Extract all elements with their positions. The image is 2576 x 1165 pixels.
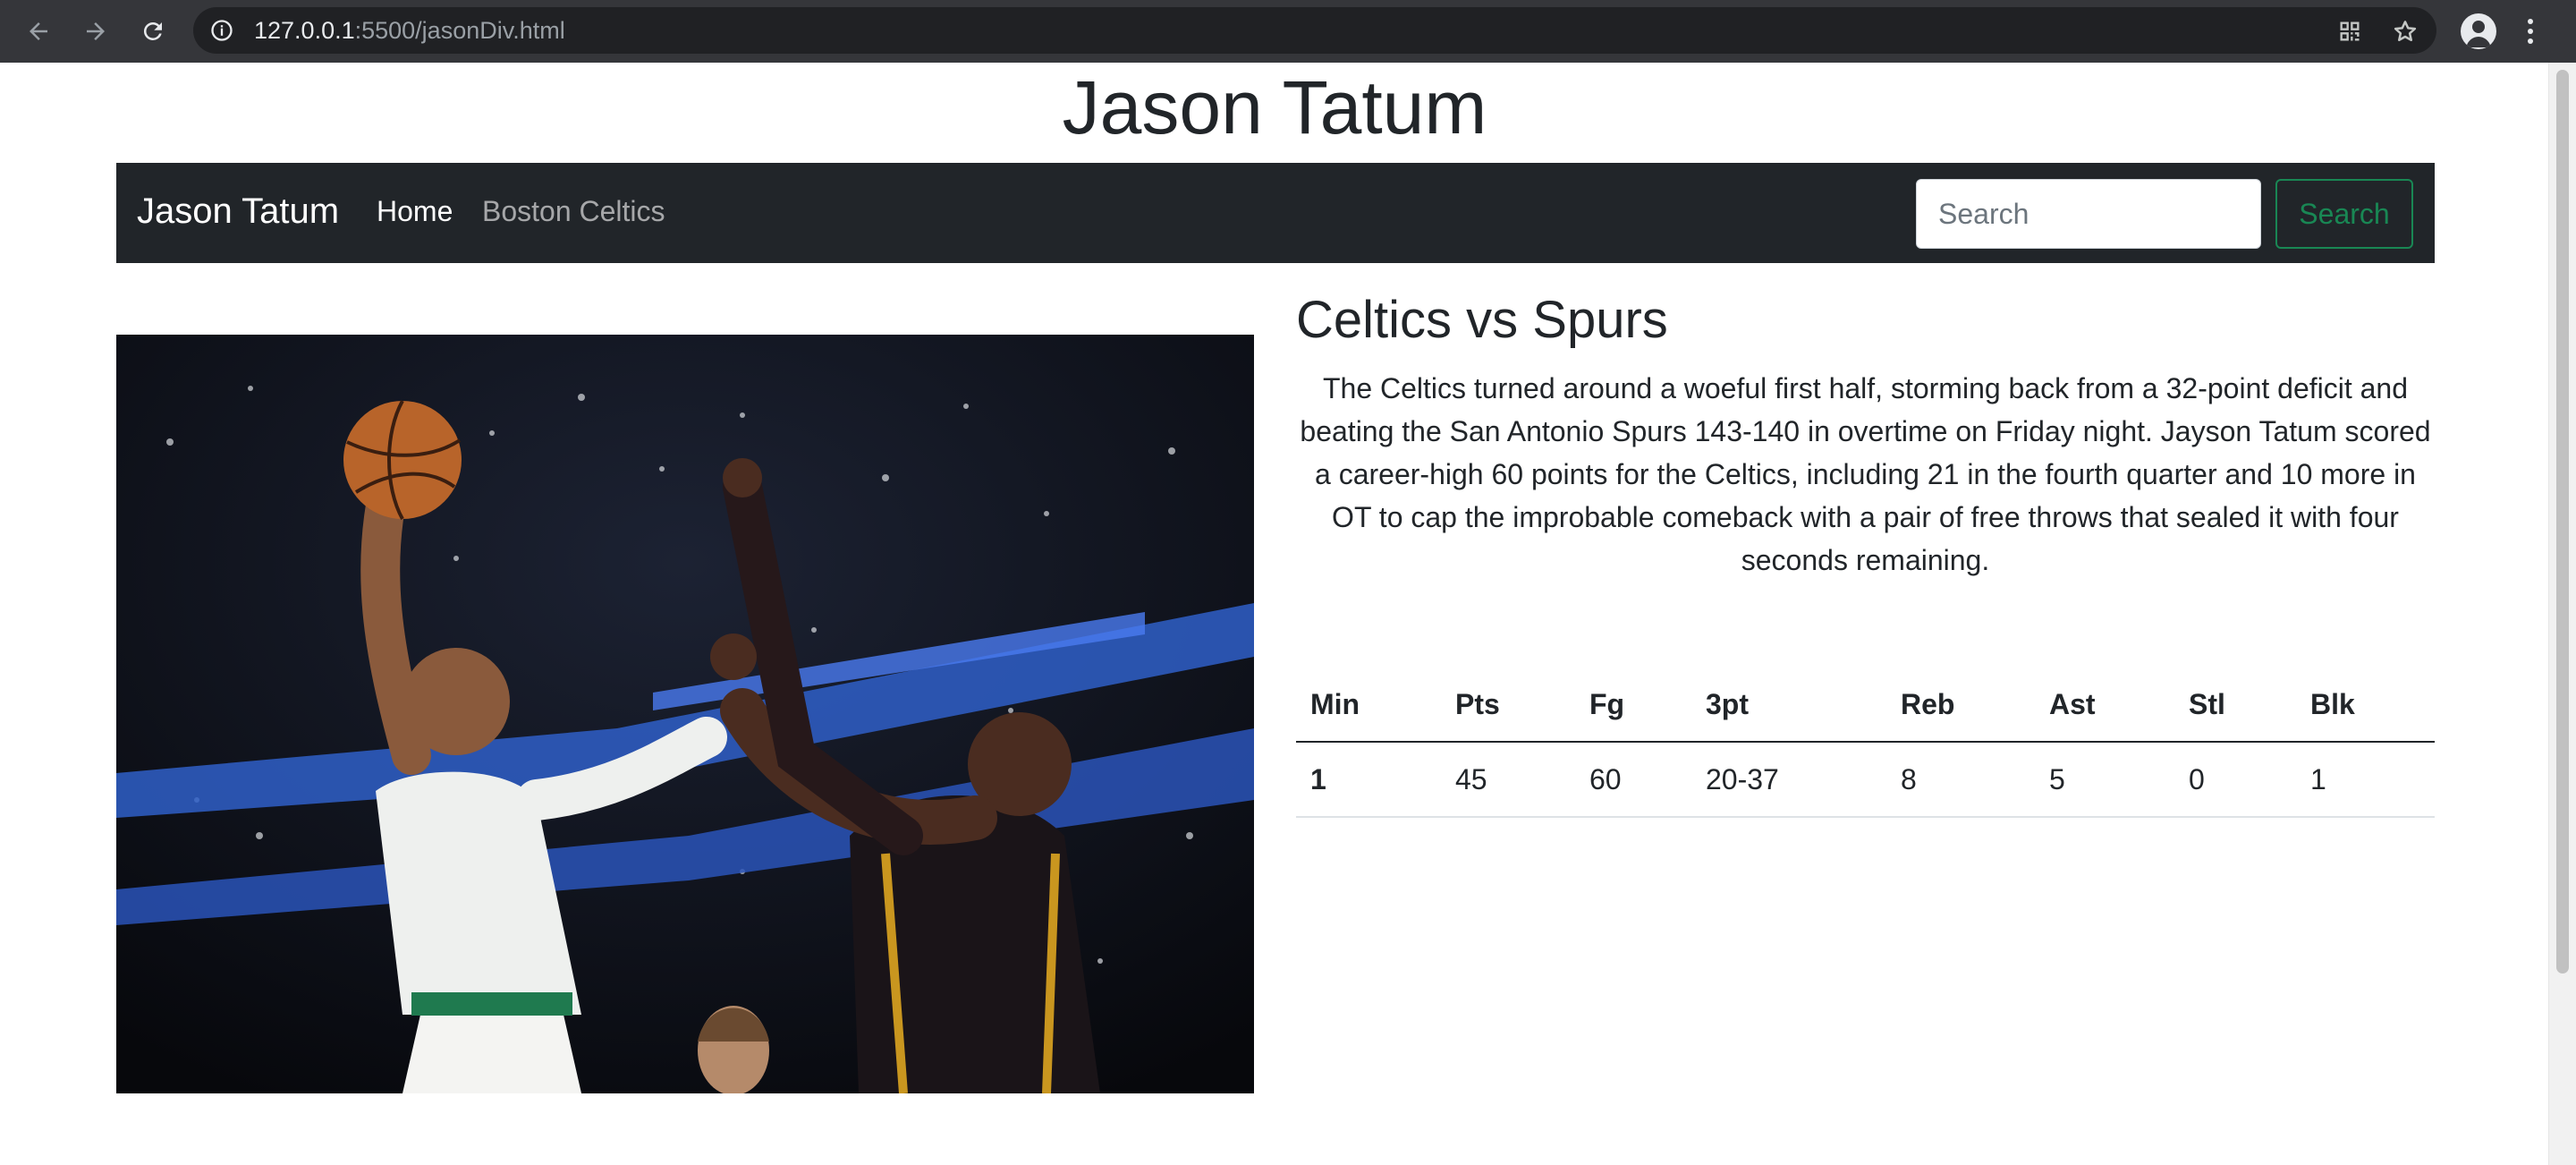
- reload-button[interactable]: [129, 7, 177, 55]
- forward-button[interactable]: [72, 7, 120, 55]
- url-path: :5500/jasonDiv.html: [354, 17, 565, 44]
- nav-link-boston-celtics[interactable]: Boston Celtics: [482, 190, 665, 233]
- search-input[interactable]: [1916, 179, 2261, 249]
- url-host: 127.0.0.1: [254, 17, 355, 44]
- header-blk: Blk: [2296, 668, 2435, 743]
- table-row: 1 45 60 20-37 8 5 0 1: [1296, 742, 2435, 818]
- cell-blk: 1: [2296, 742, 2435, 818]
- profile-button[interactable]: [2456, 9, 2501, 54]
- reload-icon: [143, 21, 162, 40]
- cell-3pt: 20-37: [1691, 742, 1886, 818]
- cell-reb: 8: [1886, 742, 2035, 818]
- forward-arrow-icon: [87, 22, 105, 40]
- header-fg: Fg: [1575, 668, 1691, 743]
- qr-code-icon: [2340, 21, 2360, 41]
- navbar: Jason Tatum Home Boston Celtics Search: [116, 163, 2435, 263]
- stats-header-row: Min Pts Fg 3pt Reb Ast Stl Blk: [1296, 668, 2435, 743]
- profile-icon: [2461, 13, 2496, 49]
- cell-stl: 0: [2174, 742, 2296, 818]
- url-text[interactable]: 127.0.0.1:5500/jasonDiv.html: [254, 18, 565, 43]
- article-heading: Celtics vs Spurs: [1296, 291, 1668, 349]
- page-title: Jason Tatum: [1062, 65, 1487, 149]
- info-icon[interactable]: [209, 18, 234, 43]
- cell-ast: 5: [2035, 742, 2174, 818]
- back-arrow-icon: [30, 22, 47, 40]
- header-stl: Stl: [2174, 668, 2296, 743]
- cell-fg: 60: [1575, 742, 1691, 818]
- search-button[interactable]: Search: [2275, 179, 2413, 249]
- browser-menu-button[interactable]: [2517, 9, 2544, 54]
- kebab-menu-icon: [2528, 19, 2533, 44]
- basketball-photo-illustration: [116, 335, 1254, 1093]
- header-ast: Ast: [2035, 668, 2174, 743]
- scrollbar-thumb[interactable]: [2556, 70, 2569, 974]
- navbar-brand[interactable]: Jason Tatum: [137, 186, 339, 236]
- article-body: The Celtics turned around a woeful first…: [1300, 372, 2431, 576]
- address-bar[interactable]: 127.0.0.1:5500/jasonDiv.html: [193, 7, 2436, 54]
- star-icon: [2394, 21, 2417, 41]
- qr-code-button[interactable]: [2336, 18, 2363, 45]
- back-button[interactable]: [14, 7, 63, 55]
- bookmark-button[interactable]: [2392, 18, 2419, 45]
- header-min: Min: [1296, 668, 1441, 743]
- header-pts: Pts: [1441, 668, 1575, 743]
- stats-table: Min Pts Fg 3pt Reb Ast Stl Blk 1 45 60 2…: [1296, 668, 2435, 818]
- browser-toolbar: 127.0.0.1:5500/jasonDiv.html: [0, 0, 2576, 63]
- header-3pt: 3pt: [1691, 668, 1886, 743]
- page-scrollbar[interactable]: [2548, 63, 2576, 1165]
- cell-pts: 45: [1441, 742, 1575, 818]
- game-photo: [116, 335, 1254, 1093]
- cell-min: 1: [1296, 742, 1441, 818]
- page-content: Jason Tatum Jason Tatum Home Boston Celt…: [0, 63, 2549, 1165]
- header-reb: Reb: [1886, 668, 2035, 743]
- nav-link-home[interactable]: Home: [377, 190, 453, 233]
